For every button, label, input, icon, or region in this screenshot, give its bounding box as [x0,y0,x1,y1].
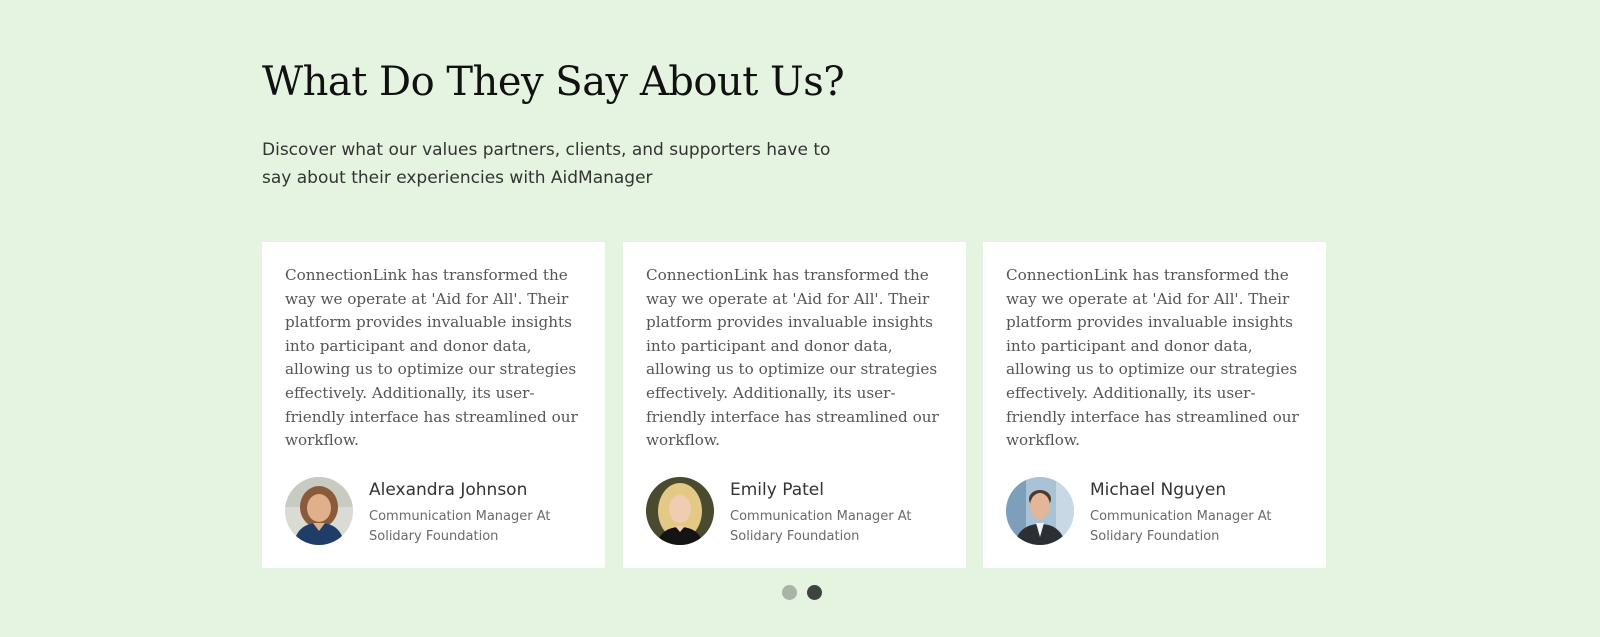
testimonial-quote: ConnectionLink has transformed the way w… [285,266,578,450]
author-role: Communication Manager At Solidary Founda… [1090,509,1272,544]
testimonial-author: Alexandra Johnson Communication Manager … [285,477,585,547]
avatar [1006,477,1074,545]
avatar [285,477,353,545]
author-name: Alexandra Johnson [369,480,528,500]
carousel-dot-1[interactable] [782,585,797,600]
avatar-photo-icon [1006,477,1074,545]
testimonial-card: ConnectionLink has transformed the way w… [623,242,966,568]
testimonials-section: What Do They Say About Us? Discover what… [262,0,1326,637]
section-subtitle: Discover what our values partners, clien… [262,140,831,188]
author-name: Michael Nguyen [1090,480,1227,500]
author-name: Emily Patel [730,480,824,500]
testimonial-carousel: ConnectionLink has transformed the way w… [262,242,1326,568]
author-role: Communication Manager At Solidary Founda… [369,509,551,544]
testimonial-card: ConnectionLink has transformed the way w… [983,242,1326,568]
testimonial-quote: ConnectionLink has transformed the way w… [1006,266,1299,450]
avatar-photo-icon [646,477,714,545]
carousel-dot-2[interactable] [807,585,822,600]
avatar-photo-icon [285,477,353,545]
testimonial-quote: ConnectionLink has transformed the way w… [646,266,939,450]
testimonial-author: Michael Nguyen Communication Manager At … [1006,477,1306,547]
testimonial-card: ConnectionLink has transformed the way w… [262,242,605,568]
avatar [646,477,714,545]
author-role: Communication Manager At Solidary Founda… [730,509,912,544]
section-title: What Do They Say About Us? [262,59,845,105]
testimonial-author: Emily Patel Communication Manager At Sol… [646,477,946,547]
